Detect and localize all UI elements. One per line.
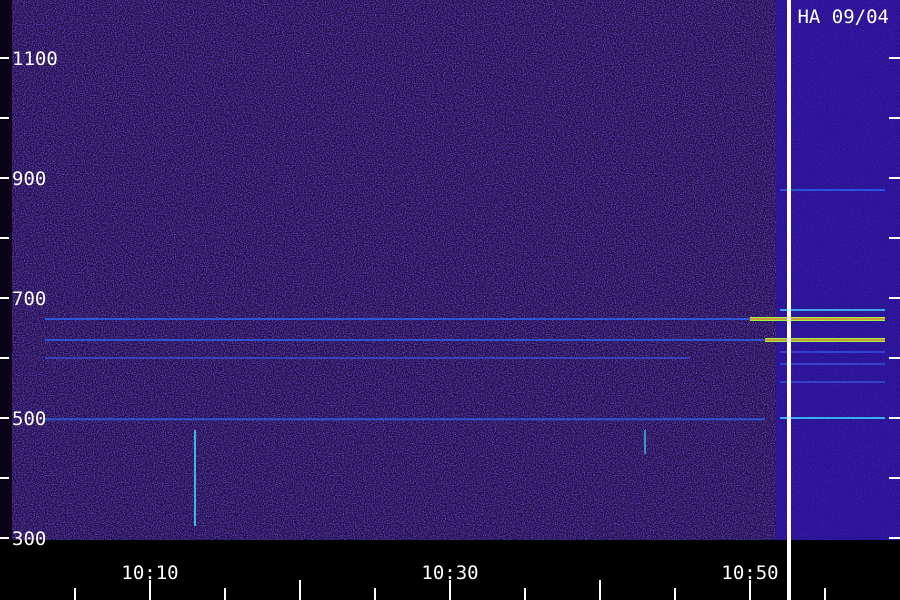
freq-axis-strip <box>0 0 12 540</box>
plot-noise <box>0 0 900 540</box>
spectrogram-chart: 300 500 700 900 1100 10:10 10:30 10:50 HA 09/0… <box>0 0 900 600</box>
x-tick-label: 10:30 <box>421 562 478 584</box>
y-tick-label: 900 <box>12 168 46 190</box>
active-region-background <box>776 0 900 540</box>
x-tick-label: 10:50 <box>721 562 778 584</box>
chart-title: HA 09/04 <box>797 6 889 28</box>
y-tick-label: 1100 <box>12 48 58 70</box>
y-tick-label: 500 <box>12 408 46 430</box>
x-tick-label: 10:10 <box>121 562 178 584</box>
y-tick-label: 700 <box>12 288 46 310</box>
y-tick-label: 300 <box>12 528 46 550</box>
